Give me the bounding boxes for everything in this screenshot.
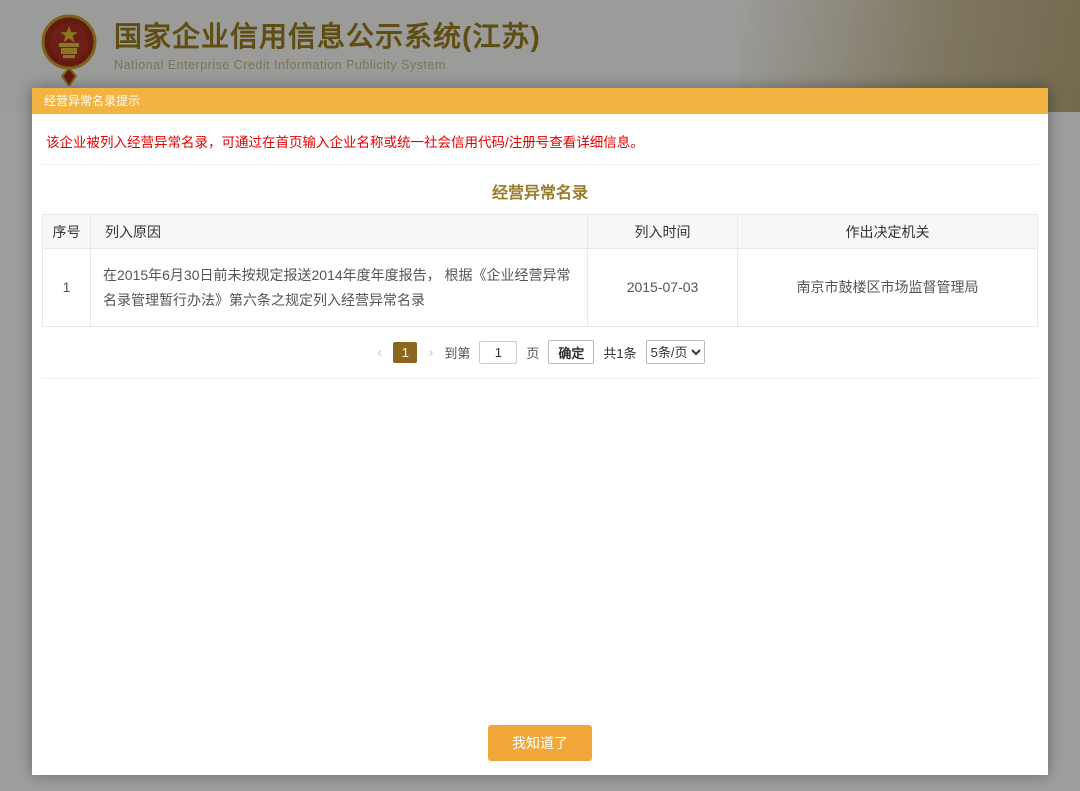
- prev-page-button[interactable]: ‹: [375, 344, 384, 361]
- cell-reason: 在2015年6月30日前未按规定报送2014年度年度报告， 根据《企业经营异常名…: [91, 249, 588, 327]
- page-unit-label: 页: [526, 343, 539, 362]
- table-row: 1 在2015年6月30日前未按规定报送2014年度年度报告， 根据《企业经营异…: [43, 249, 1038, 327]
- modal-title: 经营异常名录提示: [44, 94, 140, 108]
- goto-confirm-button[interactable]: 确定: [548, 340, 594, 364]
- col-header-reason: 列入原因: [91, 215, 588, 249]
- goto-label: 到第: [444, 343, 470, 362]
- table-header-row: 序号 列入原因 列入时间 作出决定机关: [43, 215, 1038, 249]
- page-number-input[interactable]: [479, 341, 517, 364]
- abnormal-table: 序号 列入原因 列入时间 作出决定机关 1 在2015年6月30日前未按规定报送…: [42, 214, 1038, 327]
- page: 国家企业信用信息公示系统(江苏) National Enterprise Cre…: [0, 0, 1080, 791]
- abnormal-list-modal: 经营异常名录提示 该企业被列入经营异常名录，可通过在首页输入企业名称或统一社会信…: [32, 88, 1048, 775]
- section-title: 经营异常名录: [42, 179, 1038, 203]
- next-page-button[interactable]: ›: [426, 344, 435, 361]
- notice-text: 该企业被列入经营异常名录，可通过在首页输入企业名称或统一社会信用代码/注册号查看…: [42, 114, 1038, 165]
- current-page-button[interactable]: 1: [393, 342, 417, 363]
- col-header-date: 列入时间: [588, 215, 738, 249]
- pagination: ‹ 1 › 到第 页 确定 共1条 5条/页: [42, 327, 1038, 379]
- cell-date: 2015-07-03: [588, 249, 738, 327]
- modal-body: 该企业被列入经营异常名录，可通过在首页输入企业名称或统一社会信用代码/注册号查看…: [32, 114, 1048, 775]
- cell-index: 1: [43, 249, 91, 327]
- cell-authority: 南京市鼓楼区市场监督管理局: [738, 249, 1038, 327]
- total-count-label: 共1条: [603, 343, 636, 362]
- modal-footer: 我知道了: [32, 725, 1048, 761]
- modal-titlebar: 经营异常名录提示: [32, 88, 1048, 114]
- col-header-index: 序号: [43, 215, 91, 249]
- col-header-authority: 作出决定机关: [738, 215, 1038, 249]
- acknowledge-button[interactable]: 我知道了: [488, 725, 592, 761]
- page-size-select[interactable]: 5条/页: [646, 340, 705, 364]
